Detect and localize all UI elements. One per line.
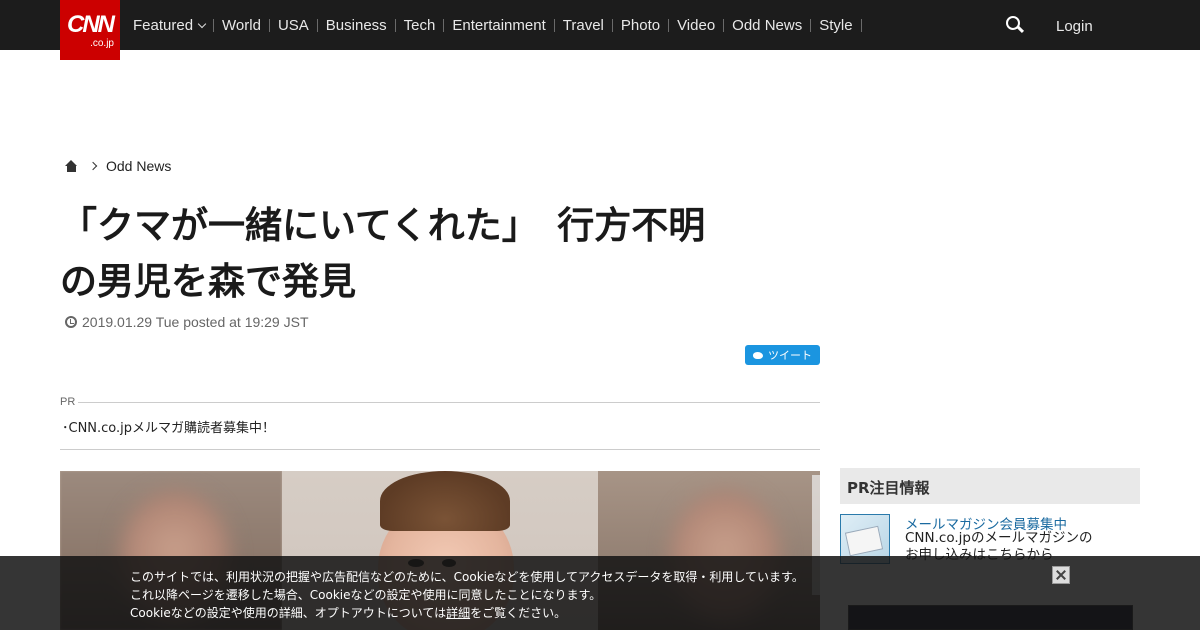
twitter-bird-icon <box>752 350 764 360</box>
pr-link[interactable]: ･CNN.co.jpメルマガ購読者募集中！ <box>62 417 275 436</box>
home-icon[interactable] <box>65 160 78 172</box>
tweet-button[interactable]: ツイート <box>745 345 820 365</box>
nav-divider <box>860 18 862 32</box>
nav-divider <box>611 18 613 32</box>
nav-divider <box>668 18 670 32</box>
nav-item-entertainment[interactable]: Entertainment <box>452 16 545 34</box>
login-link[interactable]: Login <box>1056 18 1093 35</box>
cookie-text-prefix: Cookieなどの設定や使用の詳細、オプトアウトについては <box>130 606 447 620</box>
nav-item-travel[interactable]: Travel <box>563 16 604 34</box>
close-icon[interactable] <box>1052 566 1070 584</box>
top-nav-bar: CNN .co.jp Featured World USA Business T… <box>0 0 1200 60</box>
breadcrumb-section-link[interactable]: Odd News <box>106 158 171 174</box>
cnn-logo[interactable]: CNN .co.jp <box>60 0 120 60</box>
cookie-text-line-1: このサイトでは、利用状況の把握や広告配信などのために、Cookieなどを使用して… <box>130 570 804 584</box>
nav-item-business[interactable]: Business <box>326 16 387 34</box>
logo-sub-text: .co.jp <box>90 38 114 49</box>
cookie-text-suffix: をご覧ください。 <box>470 606 567 620</box>
article-title: 「クマが一緒にいてくれた」 行方不明 の男児を森で発見 <box>60 198 820 310</box>
nav-item-video[interactable]: Video <box>677 16 715 34</box>
cookie-consent-bar: このサイトでは、利用状況の把握や広告配信などのために、Cookieなどを使用して… <box>0 556 1200 630</box>
breadcrumb: Odd News <box>65 156 171 176</box>
sidebar-pr-title: PR注目情報 <box>840 468 1140 504</box>
nav-divider <box>316 18 318 32</box>
nav-divider <box>553 18 555 32</box>
nav-label: Featured <box>133 17 194 34</box>
cookie-text-line-3: Cookieなどの設定や使用の詳細、オプトアウトについては詳細をご覧ください。 <box>130 604 566 621</box>
nav-item-featured[interactable]: Featured <box>133 16 207 34</box>
nav-item-odd-news[interactable]: Odd News <box>732 16 802 34</box>
nav-item-photo[interactable]: Photo <box>621 16 660 34</box>
article-title-line-1: 「クマが一緒にいてくれた」 行方不明 <box>60 204 706 247</box>
article-meta: 2019.01.29 Tue posted at 19:29 JST <box>65 314 309 330</box>
main-nav: Featured World USA Business Tech Enterta… <box>133 0 870 50</box>
cookie-detail-link[interactable]: 詳細 <box>446 606 470 620</box>
search-icon[interactable] <box>1006 16 1025 34</box>
envelope-icon <box>844 525 884 557</box>
nav-divider <box>268 18 270 32</box>
nav-divider <box>723 18 725 32</box>
nav-divider <box>394 18 396 32</box>
clock-icon <box>65 316 77 328</box>
nav-divider <box>810 18 812 32</box>
nav-divider <box>443 18 445 32</box>
pr-label: PR <box>60 396 76 408</box>
tweet-label: ツイート <box>768 349 812 362</box>
desc-line-1: CNN.co.jpのメールマガジンの <box>905 530 1093 546</box>
nav-item-style[interactable]: Style <box>819 16 852 34</box>
chevron-down-icon <box>197 19 207 28</box>
article-timestamp: 2019.01.29 Tue posted at 19:29 JST <box>82 314 309 330</box>
chevron-right-icon <box>88 161 98 171</box>
article-title-line-2: の男児を森で発見 <box>60 260 356 303</box>
nav-item-tech[interactable]: Tech <box>404 16 436 34</box>
cookie-text-line-2: これ以降ページを遷移した場合、Cookieなどの設定や使用に同意したことになりま… <box>130 588 602 602</box>
logo-main-text: CNN <box>67 11 115 38</box>
divider <box>60 449 820 450</box>
nav-item-world[interactable]: World <box>222 16 261 34</box>
nav-divider <box>213 18 215 32</box>
divider <box>78 402 820 403</box>
nav-item-usa[interactable]: USA <box>278 16 309 34</box>
